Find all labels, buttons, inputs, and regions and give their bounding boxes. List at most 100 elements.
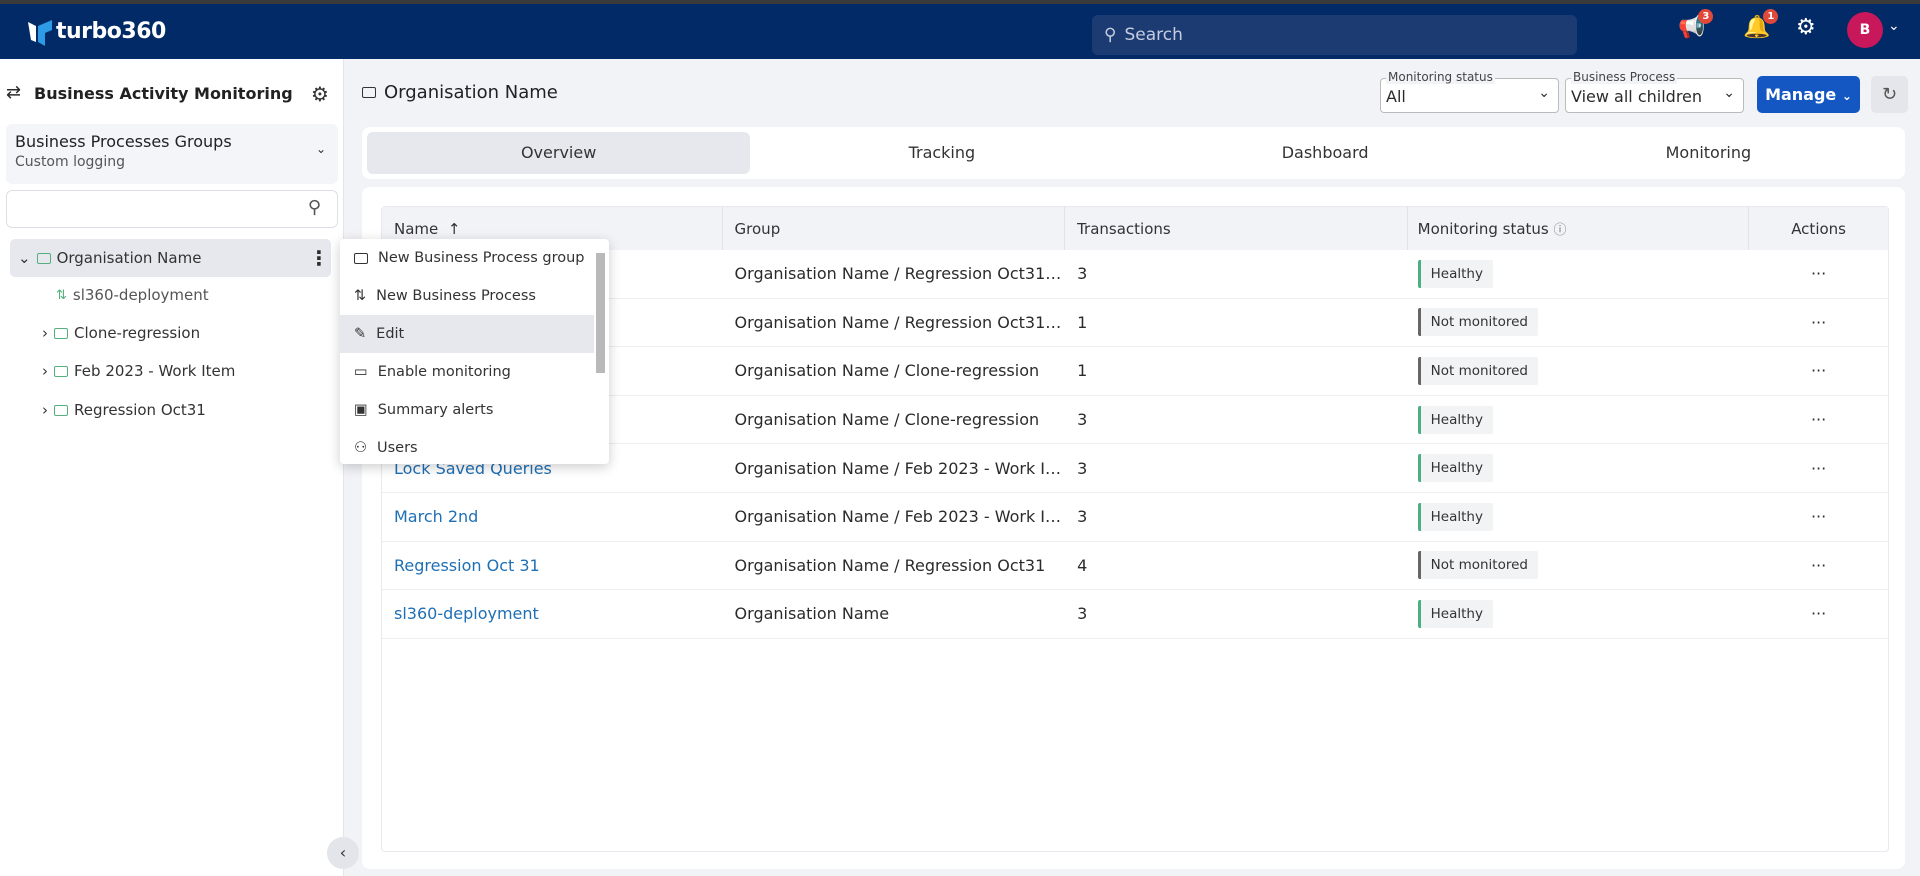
select-label: Monitoring status xyxy=(1386,70,1495,84)
process-name-link[interactable]: March 2nd xyxy=(394,507,478,526)
more-horizontal-icon: ··· xyxy=(1810,507,1827,527)
group-cell: Organisation Name / Feb 2023 - Work It..… xyxy=(734,507,1066,527)
row-actions-button[interactable]: ··· xyxy=(1749,604,1888,623)
top-bar: turbo360 ⚲ Search 📢 3 🔔 1 ⚙ xyxy=(0,4,1920,59)
transactions-cell: 3 xyxy=(1077,604,1088,624)
column-header-monitoring-status[interactable]: Monitoring status ⓘ xyxy=(1408,207,1750,250)
status-badge: Healthy xyxy=(1417,502,1493,531)
more-horizontal-icon: ··· xyxy=(1810,458,1827,478)
select-value: View all children xyxy=(1571,87,1703,106)
tree-item-clone-regression[interactable]: › Clone-regression xyxy=(42,314,200,352)
row-actions-button[interactable]: ··· xyxy=(1749,313,1888,332)
group-cell: Organisation Name xyxy=(734,604,890,624)
chevron-right-icon: › xyxy=(42,324,48,342)
menu-item-label: Users xyxy=(377,440,418,456)
row-actions-button[interactable]: ··· xyxy=(1749,507,1888,526)
page-title-text: Organisation Name xyxy=(384,82,558,103)
chevron-down-icon[interactable]: ⌄ xyxy=(1888,18,1900,34)
tab-tracking[interactable]: Tracking xyxy=(750,132,1133,174)
status-badge: Healthy xyxy=(1417,454,1493,483)
more-horizontal-icon: ··· xyxy=(1810,604,1827,624)
group-selector-title: Business Processes Groups xyxy=(15,132,232,151)
row-actions-button[interactable]: ··· xyxy=(1749,556,1888,575)
group-cell: Organisation Name / Regression Oct31 xyxy=(734,555,1046,575)
refresh-icon: ↻ xyxy=(1881,84,1898,105)
more-horizontal-icon: ··· xyxy=(1810,361,1827,381)
transactions-cell: 3 xyxy=(1077,410,1088,430)
tree-item-feb-2023[interactable]: › Feb 2023 - Work Item xyxy=(42,352,235,390)
menu-item-edit[interactable]: ✎ Edit xyxy=(340,315,594,353)
manage-label: Manage xyxy=(1765,85,1837,104)
folder-icon xyxy=(54,365,68,377)
chevron-right-icon: › xyxy=(42,401,48,419)
menu-scrollbar[interactable] xyxy=(596,253,605,373)
chevron-left-icon: ‹ xyxy=(339,843,347,862)
search-placeholder: Search xyxy=(1124,25,1183,45)
tree-item-label: Regression Oct31 xyxy=(74,401,206,419)
row-actions-button[interactable]: ··· xyxy=(1749,459,1888,478)
chevron-down-icon: ⌄ xyxy=(1841,89,1852,103)
group-cell: Organisation Name / Regression Oct31 ... xyxy=(734,264,1066,284)
status-badge: Healthy xyxy=(1417,599,1493,628)
tab-overview[interactable]: Overview xyxy=(367,132,751,174)
edit-icon: ✎ xyxy=(354,326,367,342)
tree-item-sl360-deployment[interactable]: ⇅ sl360-deployment xyxy=(56,276,209,314)
search-icon: ⚲ xyxy=(307,197,321,218)
refresh-button[interactable]: ↻ xyxy=(1871,76,1908,113)
manage-button[interactable]: Manage ⌄ xyxy=(1757,76,1860,113)
menu-item-users[interactable]: ⚇ Users xyxy=(340,429,594,464)
brand-name: turbo360 xyxy=(56,19,166,44)
search-icon: ⚲ xyxy=(1104,25,1117,45)
tree-item-organisation[interactable]: ⌄ Organisation Name xyxy=(18,239,201,277)
menu-item-new-group[interactable]: New Business Process group xyxy=(340,239,594,277)
notifications-button[interactable]: 🔔 1 xyxy=(1743,9,1779,40)
row-actions-button[interactable]: ··· xyxy=(1749,410,1888,429)
status-badge: Healthy xyxy=(1417,259,1493,288)
row-actions-button[interactable]: ··· xyxy=(1749,264,1888,283)
more-vertical-icon[interactable]: ⋮ xyxy=(309,246,329,270)
menu-item-summary-alerts[interactable]: ▣ Summary alerts xyxy=(340,391,594,429)
chevron-right-icon: › xyxy=(42,362,48,380)
table-row[interactable]: sl360-deployment Organisation Name 3 Hea… xyxy=(382,590,1888,639)
group-selector-subtitle: Custom logging xyxy=(15,154,125,170)
folder-icon xyxy=(54,404,68,416)
menu-item-new-process[interactable]: ⇅ New Business Process xyxy=(340,277,594,315)
tab-dashboard[interactable]: Dashboard xyxy=(1134,132,1517,174)
chevron-down-icon: ⌄ xyxy=(315,142,326,156)
tab-monitoring[interactable]: Monitoring xyxy=(1517,132,1900,174)
settings-button[interactable]: ⚙ xyxy=(1796,15,1816,40)
collapse-sidebar-button[interactable]: ‹ xyxy=(327,837,359,869)
turbo360-logo xyxy=(28,20,52,46)
announcements-button[interactable]: 📢 3 xyxy=(1678,9,1714,40)
process-name-link[interactable]: sl360-deployment xyxy=(394,604,539,623)
select-label: Business Process xyxy=(1571,70,1678,84)
row-actions-button[interactable]: ··· xyxy=(1749,361,1888,380)
sidebar-settings-gear-icon[interactable]: ⚙ xyxy=(311,82,329,106)
transactions-cell: 1 xyxy=(1077,361,1088,381)
more-horizontal-icon: ··· xyxy=(1810,555,1827,575)
tree-item-label: sl360-deployment xyxy=(72,286,209,304)
tree-item-regression-oct31[interactable]: › Regression Oct31 xyxy=(42,391,206,429)
transactions-cell: 1 xyxy=(1077,312,1088,332)
header-label: Monitoring status xyxy=(1417,219,1549,238)
tree-search-input[interactable]: ⚲ xyxy=(6,190,338,228)
more-horizontal-icon: ··· xyxy=(1810,410,1827,430)
more-horizontal-icon: ··· xyxy=(1810,312,1827,332)
folder-icon xyxy=(362,87,376,98)
column-header-transactions[interactable]: Transactions xyxy=(1065,207,1408,250)
menu-item-enable-monitoring[interactable]: ▭ Enable monitoring xyxy=(340,353,594,391)
group-selector[interactable]: Business Processes Groups Custom logging… xyxy=(6,124,338,184)
status-badge: Healthy xyxy=(1417,405,1493,434)
column-header-actions: Actions xyxy=(1791,219,1846,238)
transactions-cell: 4 xyxy=(1077,555,1088,575)
monitoring-status-select[interactable]: Monitoring status All ⌄ xyxy=(1380,70,1559,113)
table-row[interactable]: Regression Oct 31 Organisation Name / Re… xyxy=(382,542,1888,591)
table-row[interactable]: March 2nd Organisation Name / Feb 2023 -… xyxy=(382,493,1888,542)
global-search-input[interactable]: ⚲ Search xyxy=(1092,15,1577,55)
process-name-link[interactable]: Regression Oct 31 xyxy=(394,556,540,575)
bam-icon: ⇄ xyxy=(6,82,22,103)
avatar[interactable]: B xyxy=(1847,12,1883,48)
column-header-group[interactable]: Group xyxy=(723,207,1066,250)
sidebar-title: Business Activity Monitoring xyxy=(34,84,293,103)
business-process-select[interactable]: Business Process View all children ⌄ xyxy=(1565,70,1744,113)
